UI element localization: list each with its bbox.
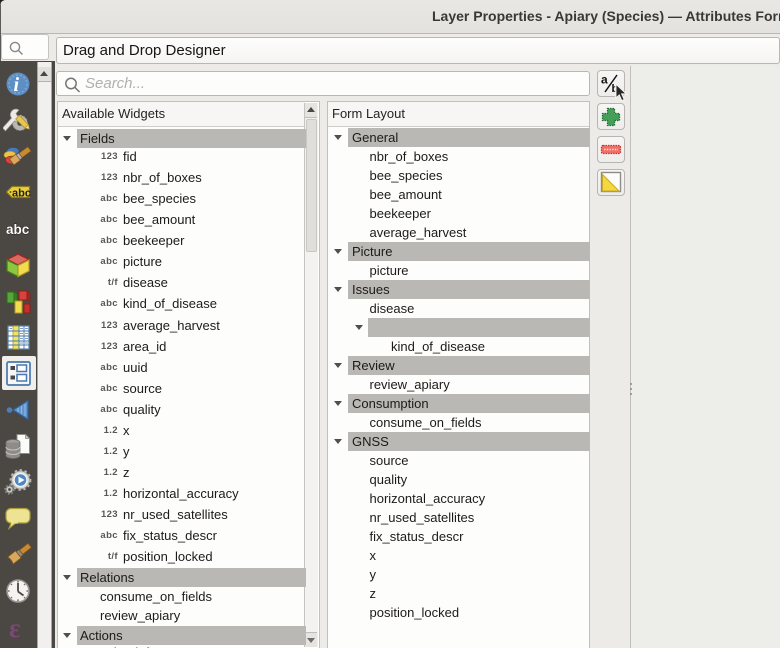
svg-text:a: a [601, 73, 608, 87]
